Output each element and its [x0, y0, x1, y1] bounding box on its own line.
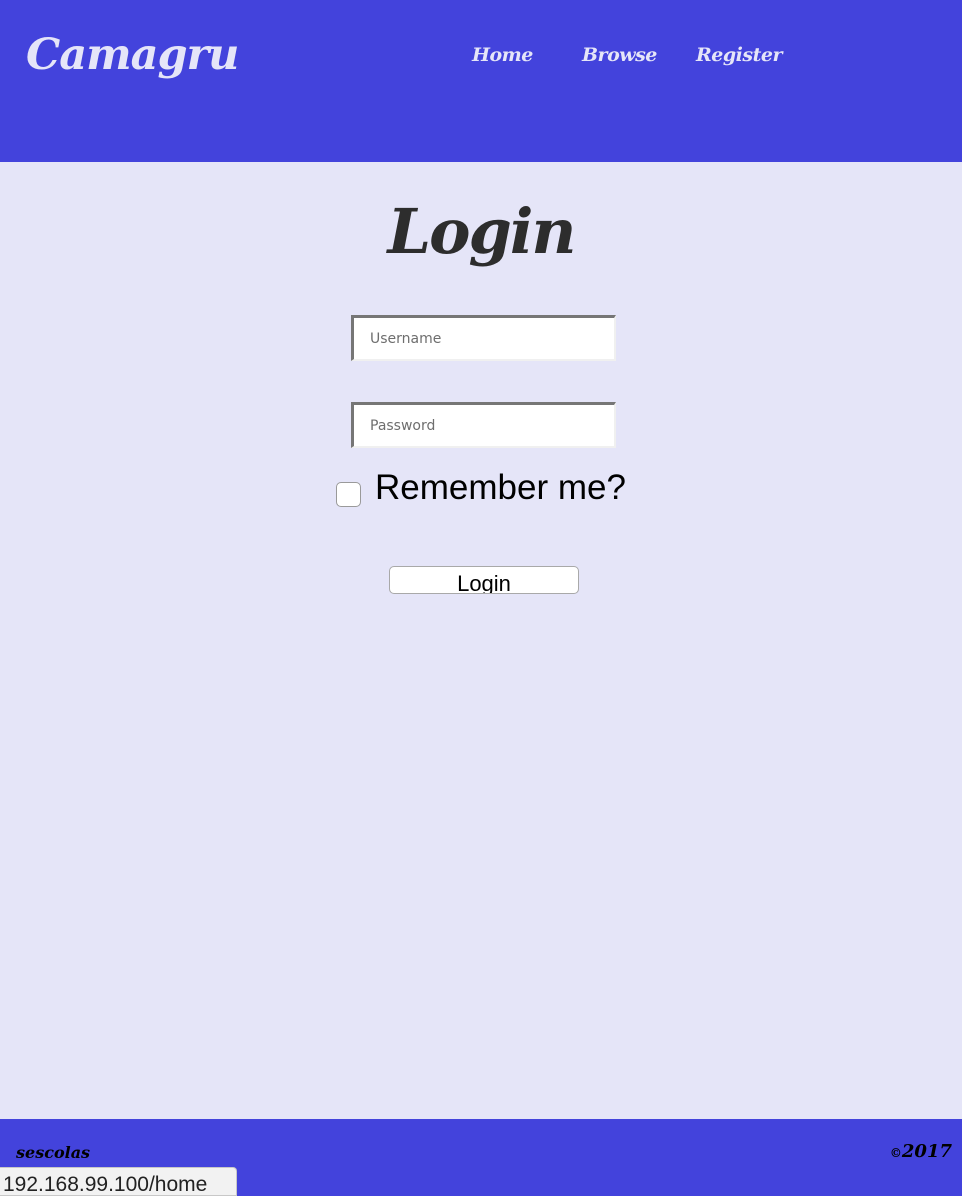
remember-me-label[interactable]: Remember me? [375, 468, 626, 508]
footer-author: sescolas [16, 1143, 91, 1162]
page-title: Login [387, 195, 577, 268]
footer-copyright: ©2017 [890, 1141, 952, 1162]
remember-me-row: Remember me? [336, 468, 626, 508]
page: Camagru Home Browse Register Login Remem… [0, 0, 962, 1196]
remember-me-checkbox[interactable] [336, 482, 361, 507]
username-input[interactable] [351, 315, 616, 361]
copyright-symbol: © [889, 1146, 902, 1160]
footer-year: 2017 [901, 1141, 952, 1162]
browser-status-url: 192.168.99.100/home [0, 1167, 237, 1196]
brand-logo[interactable]: Camagru [26, 30, 239, 80]
password-input[interactable] [351, 402, 616, 448]
nav-register-link[interactable]: Register [696, 44, 782, 66]
nav-home-link[interactable]: Home [472, 44, 533, 66]
login-button[interactable]: Login [389, 566, 579, 594]
site-header: Camagru Home Browse Register [0, 0, 962, 162]
nav-browse-link[interactable]: Browse [582, 44, 657, 66]
